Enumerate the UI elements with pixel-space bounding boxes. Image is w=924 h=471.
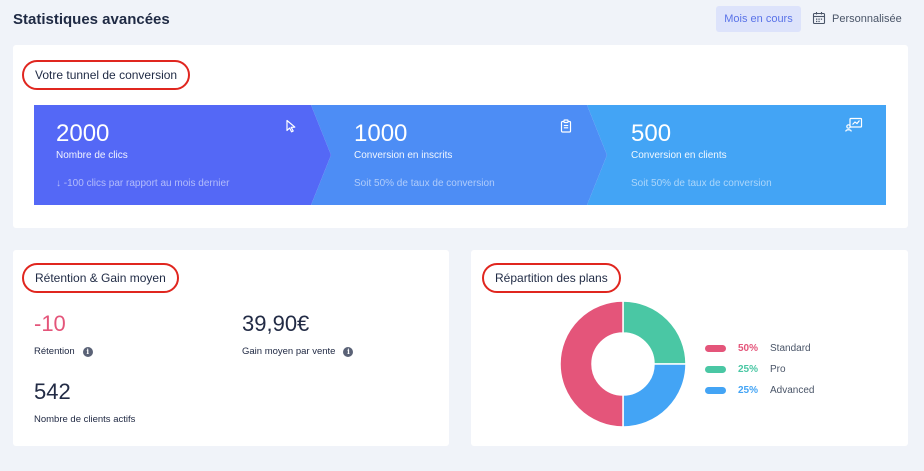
conversion-funnel-card: Votre tunnel de conversion 2000 Nombre d… — [13, 45, 908, 228]
legend-name: Standard — [770, 343, 811, 354]
legend-swatch — [705, 387, 726, 394]
plans-distribution-title: Répartition des plans — [482, 263, 621, 293]
funnel-step-value: 500 — [631, 120, 672, 147]
metric-label: Nombre de clients actifs — [34, 414, 136, 425]
legend-swatch — [705, 345, 726, 352]
conversion-funnel-title: Votre tunnel de conversion — [22, 60, 191, 90]
active-clients-metric: 542 Nombre de clients actifs — [34, 379, 135, 425]
donut-slice-advanced — [622, 363, 687, 428]
legend-item-standard: 50% Standard — [705, 338, 814, 359]
retention-title: Rétention & Gain moyen — [22, 263, 179, 293]
legend-item-pro: 25% Pro — [705, 359, 814, 380]
clipboard-icon — [559, 119, 573, 133]
funnel-step-value: 2000 — [56, 120, 110, 147]
funnel-step-sub: Soit 50% de taux de conversion — [631, 178, 772, 189]
funnel-step-customers: 500 Conversion en clients Soit 50% de ta… — [607, 105, 886, 205]
legend-item-advanced: 25% Advanced — [705, 380, 814, 401]
cursor-icon — [284, 119, 298, 133]
funnel-step-label: Conversion en inscrits — [354, 150, 453, 161]
donut-slice-standard — [559, 300, 624, 428]
funnel-step-sub: ↓ -100 clics par rapport au mois dernier — [56, 178, 230, 189]
info-icon[interactable]: i — [343, 346, 354, 357]
funnel-step-label: Nombre de clics — [56, 150, 128, 161]
metric-value: -10 — [34, 311, 66, 336]
metric-label: Rétention — [34, 346, 75, 357]
metric-value: 39,90€ — [242, 311, 310, 336]
average-gain-metric: 39,90€ Gain moyen par vente i — [242, 311, 354, 357]
plans-distribution-card: Répartition des plans 50% Standard 25% P… — [471, 250, 908, 446]
period-current-month-button[interactable]: Mois en cours — [716, 6, 801, 32]
legend-name: Advanced — [770, 385, 815, 396]
conversion-funnel: 2000 Nombre de clics ↓ -100 clics par ra… — [34, 105, 886, 205]
metric-value: 542 — [34, 379, 71, 404]
funnel-step-sub: Soit 50% de taux de conversion — [354, 178, 495, 189]
customer-chart-icon — [845, 117, 863, 133]
info-icon[interactable]: i — [82, 346, 93, 357]
legend-pct: 25% — [738, 385, 759, 396]
period-custom-button[interactable]: Personnalisée — [812, 6, 902, 32]
funnel-step-label: Conversion en clients — [631, 150, 727, 161]
plans-donut-chart — [559, 300, 687, 428]
retention-card: Rétention & Gain moyen -10 Rétention i 3… — [13, 250, 449, 446]
legend-swatch — [705, 366, 726, 373]
funnel-step-clicks: 2000 Nombre de clics ↓ -100 clics par ra… — [34, 105, 311, 205]
plans-legend: 50% Standard 25% Pro 25% Advanced — [705, 338, 814, 401]
legend-pct: 25% — [738, 364, 759, 375]
page-title: Statistiques avancées — [13, 11, 170, 28]
legend-name: Pro — [770, 364, 786, 375]
retention-metric: -10 Rétention i — [34, 311, 93, 357]
funnel-step-signups: 1000 Conversion en inscrits Soit 50% de … — [331, 105, 587, 205]
metric-label: Gain moyen par vente — [242, 346, 336, 357]
calendar-icon — [812, 11, 826, 28]
donut-slice-pro — [622, 300, 687, 365]
period-custom-label: Personnalisée — [832, 13, 902, 25]
legend-pct: 50% — [738, 343, 759, 354]
funnel-step-value: 1000 — [354, 120, 408, 147]
